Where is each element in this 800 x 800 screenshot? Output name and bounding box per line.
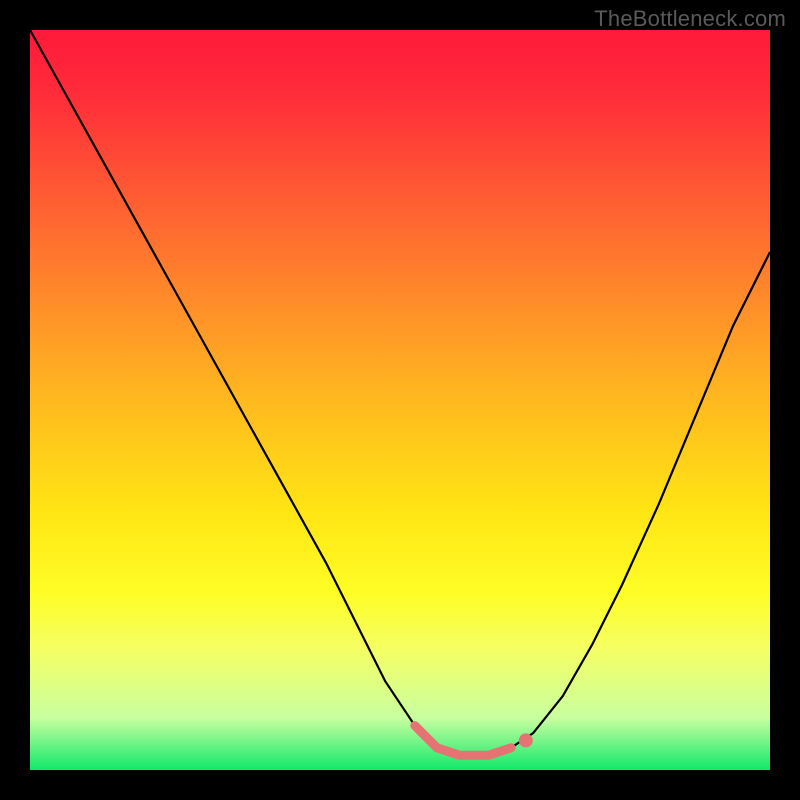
plot-area [30, 30, 770, 770]
chart-svg [30, 30, 770, 770]
highlight-dot [519, 733, 533, 747]
highlight-segment [415, 726, 511, 756]
watermark-text: TheBottleneck.com [594, 6, 786, 32]
bottleneck-curve [30, 30, 770, 755]
chart-frame: TheBottleneck.com [0, 0, 800, 800]
